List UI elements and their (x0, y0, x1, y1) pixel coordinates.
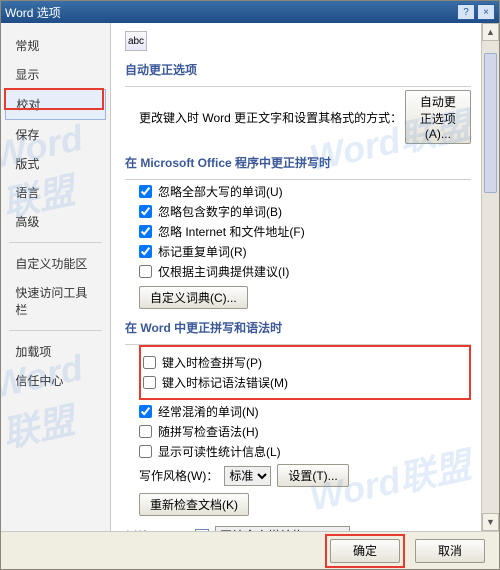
help-button[interactable]: ? (457, 4, 475, 20)
sidebar-divider-2 (9, 330, 102, 331)
sidebar-item-trust[interactable]: 信任中心 (5, 366, 105, 395)
opt-ignore-internet[interactable] (139, 225, 152, 238)
section-exceptions-title-row: 例外项(X)： 网站金字塔结构.docx (125, 526, 471, 531)
opt-ignore-uppercase-label: 忽略全部大写的单词(U) (158, 183, 283, 200)
sidebar-item-language[interactable]: 语言 (5, 178, 105, 207)
dialog-footer: 确定 取消 (1, 531, 499, 569)
highlight-ok: 确定 (325, 534, 405, 568)
sidebar-item-display[interactable]: 显示 (5, 60, 105, 89)
sidebar-item-proofing[interactable]: 校对 (5, 89, 105, 120)
vertical-scrollbar[interactable]: ▲ ▼ (481, 23, 499, 531)
opt-flag-repeated[interactable] (139, 245, 152, 258)
highlight-typing-checks: 键入时检查拼写(P) 键入时标记语法错误(M) (139, 345, 471, 400)
opt-mark-grammar-typing-label: 键入时标记语法错误(M) (162, 374, 288, 391)
sidebar-divider-1 (9, 242, 102, 243)
custom-dictionaries-button[interactable]: 自定义词典(C)... (139, 286, 248, 309)
abc-icon: abc (125, 31, 147, 51)
opt-check-spelling-typing-label: 键入时检查拼写(P) (162, 354, 262, 371)
titlebar: Word 选项 ? × (1, 1, 499, 23)
writing-style-select[interactable]: 标准 (224, 466, 271, 486)
sidebar-item-qat[interactable]: 快速访问工具栏 (5, 278, 105, 324)
recheck-document-button[interactable]: 重新检查文档(K) (139, 493, 249, 516)
writing-style-settings-button[interactable]: 设置(T)... (277, 464, 348, 487)
exceptions-doc-select[interactable]: 网站金字塔结构.docx (215, 526, 350, 531)
sidebar: 常规 显示 校对 保存 版式 语言 高级 自定义功能区 快速访问工具栏 加载项 … (1, 23, 111, 531)
opt-flag-repeated-label: 标记重复单词(R) (158, 243, 247, 260)
opt-readability-stats[interactable] (139, 445, 152, 458)
sidebar-item-layout[interactable]: 版式 (5, 149, 105, 178)
sidebar-item-customize-ribbon[interactable]: 自定义功能区 (5, 249, 105, 278)
doc-icon (195, 529, 209, 531)
section-office-spell-title: 在 Microsoft Office 程序中更正拼写时 (125, 154, 471, 171)
scroll-track[interactable] (482, 41, 499, 513)
opt-grammar-with-spelling[interactable] (139, 425, 152, 438)
writing-style-label: 写作风格(W)： (139, 467, 218, 484)
sidebar-item-advanced[interactable]: 高级 (5, 207, 105, 236)
scroll-thumb[interactable] (484, 53, 497, 193)
word-options-window: Word 选项 ? × 常规 显示 校对 保存 版式 语言 高级 自定义功能区 … (0, 0, 500, 570)
close-button[interactable]: × (477, 4, 495, 20)
scroll-down-button[interactable]: ▼ (482, 513, 499, 531)
sidebar-item-save[interactable]: 保存 (5, 120, 105, 149)
opt-readability-stats-label: 显示可读性统计信息(L) (158, 443, 281, 460)
opt-ignore-uppercase[interactable] (139, 185, 152, 198)
autocorrect-row: 更改键入时 Word 更正文字和设置其格式的方式： 自动更正选项(A)... (125, 90, 471, 144)
exceptions-title: 例外项(X)： (125, 528, 189, 532)
opt-ignore-numbers-label: 忽略包含数字的单词(B) (158, 203, 282, 220)
opt-main-dict-only-label: 仅根据主词典提供建议(I) (158, 263, 289, 280)
sidebar-item-addins[interactable]: 加载项 (5, 337, 105, 366)
opt-ignore-numbers[interactable] (139, 205, 152, 218)
opt-confused-words[interactable] (139, 405, 152, 418)
opt-grammar-with-spelling-label: 随拼写检查语法(H) (158, 423, 259, 440)
sidebar-item-general[interactable]: 常规 (5, 31, 105, 60)
autocorrect-desc: 更改键入时 Word 更正文字和设置其格式的方式： (139, 109, 402, 126)
autocorrect-options-button[interactable]: 自动更正选项(A)... (405, 90, 471, 144)
content-wrap: abc 自动更正选项 更改键入时 Word 更正文字和设置其格式的方式： 自动更… (111, 23, 499, 531)
opt-ignore-internet-label: 忽略 Internet 和文件地址(F) (158, 223, 305, 240)
ok-button[interactable]: 确定 (330, 539, 400, 563)
opt-confused-words-label: 经常混淆的单词(N) (158, 403, 259, 420)
cancel-button[interactable]: 取消 (415, 539, 485, 563)
content: abc 自动更正选项 更改键入时 Word 更正文字和设置其格式的方式： 自动更… (111, 23, 481, 531)
window-title: Word 选项 (5, 4, 455, 21)
dialog-body: 常规 显示 校对 保存 版式 语言 高级 自定义功能区 快速访问工具栏 加载项 … (1, 23, 499, 531)
section-word-spell-title: 在 Word 中更正拼写和语法时 (125, 319, 471, 336)
opt-mark-grammar-typing[interactable] (143, 376, 156, 389)
scroll-up-button[interactable]: ▲ (482, 23, 499, 41)
opt-check-spelling-typing[interactable] (143, 356, 156, 369)
section-autocorrect-title: 自动更正选项 (125, 61, 471, 78)
opt-main-dict-only[interactable] (139, 265, 152, 278)
